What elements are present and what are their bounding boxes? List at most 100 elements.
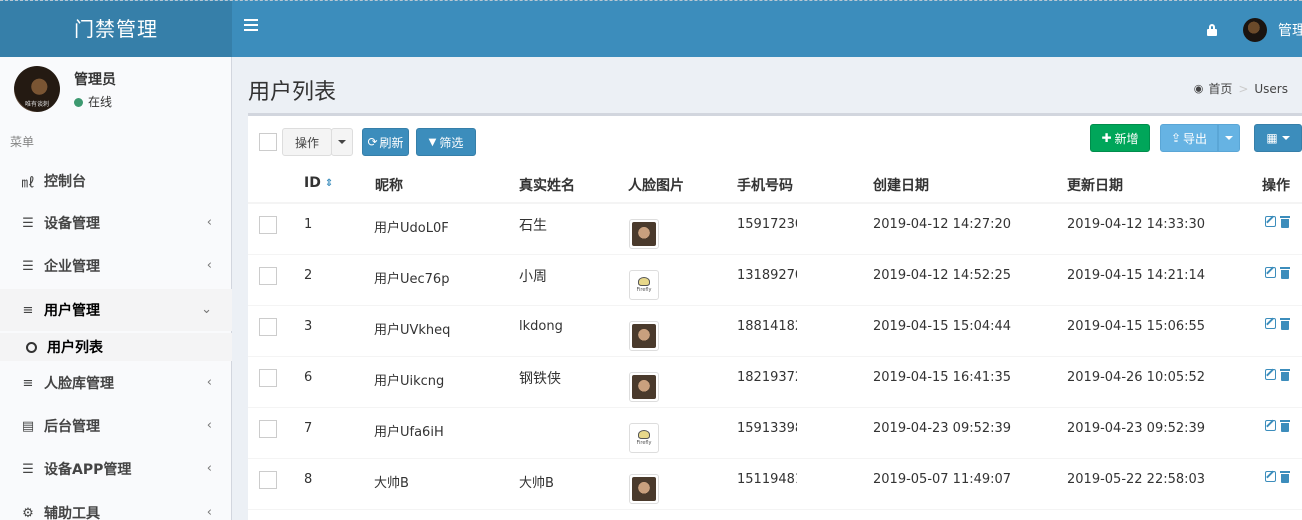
plus-icon: ✚ [1101,131,1112,145]
chevron-left-icon: ‹ [206,375,212,390]
breadcrumb: ◉ 首页 > Users [1194,80,1288,97]
grid-icon: ▦ [1266,131,1278,145]
edit-icon[interactable] [1265,471,1276,482]
sidebar-avatar: 唯有谈刺 [14,66,60,112]
list-icon: ☰ [22,215,34,231]
cell-nickname: 用户UdoL0F [374,221,449,236]
sidebar-item-devices[interactable]: ☰ 设备管理 ‹ [0,202,232,244]
avatar[interactable] [1243,18,1267,42]
face-thumbnail[interactable] [629,474,659,504]
cell-realname: 大帅B [519,476,554,491]
cell-created: 2019-04-12 14:27:20 [873,217,1012,232]
chevron-left-icon: ‹ [206,461,212,476]
cell-phone: 151194813 [737,472,797,487]
col-header-photo: 人脸图片 [628,178,684,194]
edit-icon[interactable] [1265,369,1276,380]
bar-chart-icon: ㎖ [21,175,35,191]
operate-dropdown-button[interactable] [331,128,353,156]
user-panel: 唯有谈刺 管理员 在线 [0,57,231,120]
cell-created: 2019-04-12 14:52:25 [873,268,1012,283]
trash-icon[interactable] [1280,420,1290,432]
upload-icon: ⇪ [1170,131,1182,145]
sidebar-user-name: 管理员 [74,72,116,88]
col-header-updated: 更新日期 [1067,178,1123,194]
face-thumbnail[interactable] [629,321,659,351]
cell-created: 2019-04-23 09:52:39 [873,421,1012,436]
row-actions [1265,318,1290,330]
caret-down-icon [1225,136,1233,140]
breadcrumb-current: Users [1254,81,1288,96]
lock-icon[interactable] [1207,24,1217,36]
sidebar-item-face-library[interactable]: ≡ 人脸库管理 ‹ [0,362,232,404]
chevron-left-icon: ‹ [206,215,212,230]
trash-icon[interactable] [1280,216,1290,228]
col-header-id[interactable]: ID ⇕ [304,175,333,191]
top-user-name[interactable]: 管理 [1278,20,1302,40]
cell-phone: 159133983 [737,421,797,436]
cell-realname: 小周 [519,269,547,285]
face-thumbnail[interactable]: Firefly [629,423,659,453]
row-checkbox[interactable] [259,216,277,234]
cell-id: 2 [304,268,313,283]
refresh-button[interactable]: ⟳ 刷新 [362,128,409,156]
col-header-realname: 真实姓名 [519,178,575,194]
row-checkbox[interactable] [259,318,277,336]
sidebar-item-tools[interactable]: ⚙ 辅助工具 ‹ [0,492,232,520]
app-logo[interactable]: 门禁管理 [0,1,232,58]
firefly-icon [638,430,650,439]
trash-icon[interactable] [1280,369,1290,381]
firefly-icon [638,277,650,286]
add-button[interactable]: ✚ 新增 [1090,124,1150,152]
face-thumbnail[interactable] [629,219,659,249]
sidebar-subitem-user-list[interactable]: 用户列表 [0,333,232,361]
trash-icon[interactable] [1280,471,1290,483]
trash-icon[interactable] [1280,267,1290,279]
cell-created: 2019-05-07 11:49:07 [873,472,1012,487]
hamburger-icon[interactable] [244,19,258,33]
operate-button[interactable]: 操作 [282,128,332,156]
col-header-actions: 操作 [1262,178,1290,194]
cell-updated: 2019-04-12 14:33:30 [1067,217,1206,232]
cell-id: 1 [304,217,313,232]
edit-icon[interactable] [1265,216,1276,227]
table-row: 6 用户Uikcng 钢铁侠 182193720 2019-04-15 16:4… [248,357,1302,408]
online-status: 在线 [74,93,112,110]
edit-icon[interactable] [1265,318,1276,329]
cell-realname: lkdong [519,319,563,334]
row-checkbox[interactable] [259,267,277,285]
cell-phone: 131892701 [737,268,797,283]
row-checkbox[interactable] [259,471,277,489]
filter-icon: ▼ [428,136,437,148]
row-actions [1265,216,1290,228]
breadcrumb-home[interactable]: 首页 [1208,80,1232,97]
row-actions [1265,267,1290,279]
server-icon: ▤ [21,418,35,434]
export-dropdown-button[interactable] [1218,124,1240,152]
sidebar-item-device-app[interactable]: ☰ 设备APP管理 ‹ [0,448,232,490]
sidebar-item-label: 辅助工具 [44,506,100,520]
filter-button[interactable]: ▼ 筛选 [416,128,476,156]
table-row: 1 用户UdoL0F 石生 159172309 2019-04-12 14:27… [248,204,1302,255]
face-thumbnail[interactable] [629,372,659,402]
cogs-icon: ⚙ [22,505,34,520]
cell-updated: 2019-04-15 14:21:14 [1067,268,1206,283]
select-all-checkbox[interactable] [259,133,277,151]
cell-updated: 2019-04-26 10:05:52 [1067,370,1206,385]
chevron-left-icon: ‹ [206,505,212,520]
sidebar-item-backend[interactable]: ▤ 后台管理 ‹ [0,405,232,447]
sidebar-item-dashboard[interactable]: ㎖ 控制台 [0,160,232,202]
export-button[interactable]: ⇪ 导出 [1160,124,1218,152]
row-checkbox[interactable] [259,420,277,438]
caret-down-icon [1281,136,1290,140]
edit-icon[interactable] [1265,420,1276,431]
dashboard-icon: ◉ [1193,82,1204,95]
row-checkbox[interactable] [259,369,277,387]
trash-icon[interactable] [1280,318,1290,330]
page-title: 用户列表 [248,80,337,105]
sidebar-item-enterprise[interactable]: ☰ 企业管理 ‹ [0,245,232,287]
columns-toggle-button[interactable]: ▦ [1254,124,1302,152]
edit-icon[interactable] [1265,267,1276,278]
face-thumbnail[interactable]: Firefly [629,270,659,300]
row-actions [1265,471,1290,483]
sidebar-item-users[interactable]: ≡ 用户管理 ⌄ [0,289,232,331]
